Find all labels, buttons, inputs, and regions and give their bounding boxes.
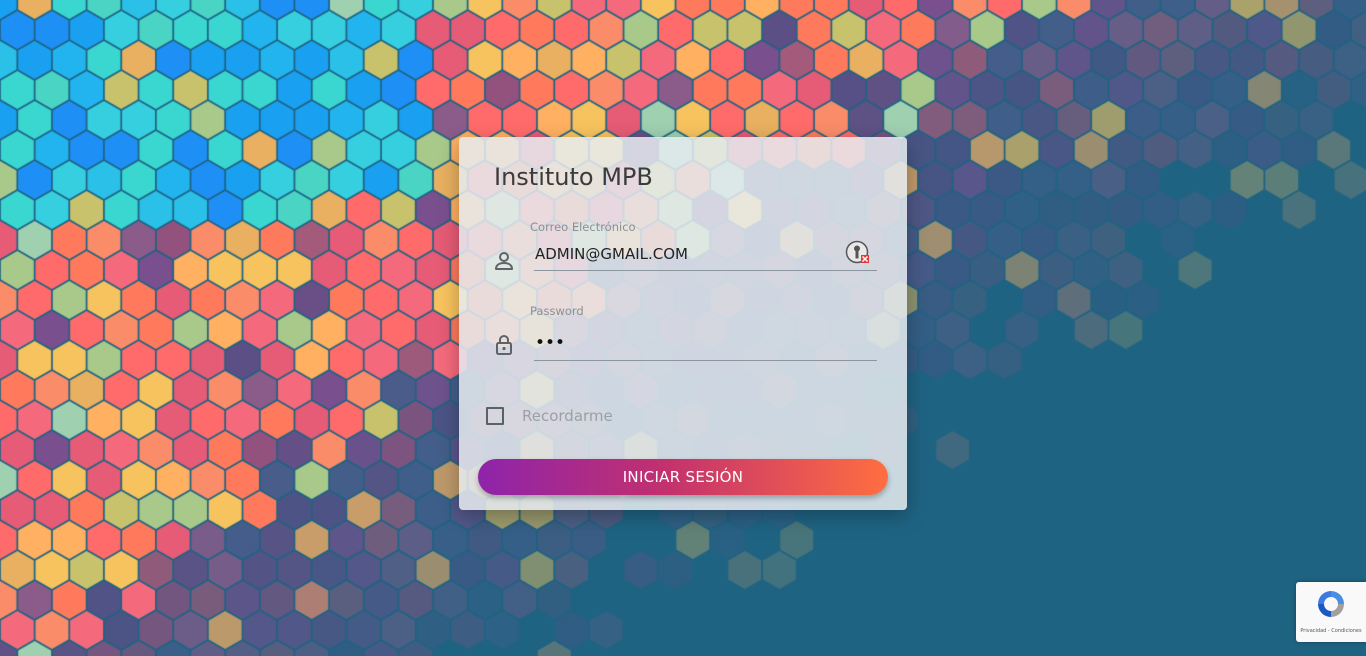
password-field[interactable]: ••• [534, 327, 877, 361]
person-icon [495, 252, 513, 270]
password-manager-icon[interactable] [845, 240, 871, 266]
login-button[interactable]: INICIAR SESIÓN [478, 459, 888, 495]
lock-icon [496, 334, 512, 355]
email-label: Correo Electrónico [530, 220, 636, 234]
email-field[interactable] [534, 237, 877, 271]
card-title: Instituto MPB [494, 163, 653, 191]
remember-label: Recordarme [522, 407, 613, 425]
remember-me[interactable]: Recordarme [486, 407, 613, 425]
recaptcha-badge[interactable]: Privacidad - Condiciones [1296, 582, 1366, 642]
password-label: Password [530, 304, 584, 318]
remember-checkbox[interactable] [486, 407, 504, 425]
recaptcha-footer: Privacidad - Condiciones [1300, 628, 1362, 634]
login-card: Instituto MPB Correo Electrónico Passwor… [459, 137, 907, 510]
recaptcha-icon [1318, 591, 1344, 617]
